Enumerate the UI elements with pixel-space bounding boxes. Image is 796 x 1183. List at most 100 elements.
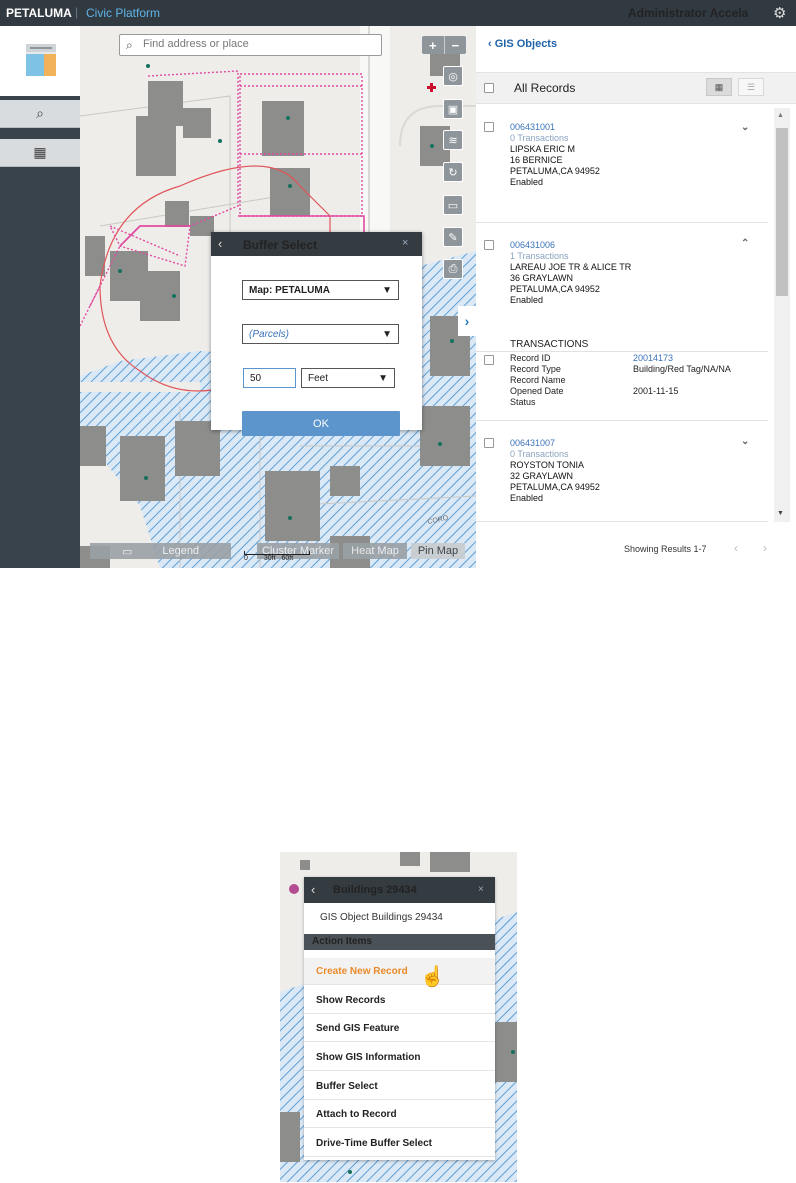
heat-map-button[interactable]: Heat Map: [343, 543, 407, 559]
record-owner: ROYSTON TONIA: [510, 460, 585, 470]
pin-map-button[interactable]: Pin Map: [411, 543, 465, 559]
search-icon[interactable]: ⌕: [0, 100, 80, 128]
list-view-icon[interactable]: ☰: [738, 78, 764, 96]
attach-to-record-action[interactable]: Attach to Record: [304, 1101, 495, 1128]
transactions-heading: TRANSACTIONS: [510, 339, 589, 350]
record-status: Enabled: [510, 493, 544, 503]
record-street: 32 GRAYLAWN: [510, 471, 574, 481]
record-details: 006431006 1 Transactions LAREAU JOE TR &…: [510, 240, 631, 306]
kv-key: Record Name: [510, 375, 566, 385]
app-logo-icon[interactable]: [26, 44, 56, 76]
scale-end: 60ft: [281, 555, 294, 562]
record-street: 16 BERNICE: [510, 155, 563, 165]
brand-separator: |: [75, 5, 79, 19]
gear-icon[interactable]: ⚙: [773, 4, 786, 22]
ok-button[interactable]: OK: [242, 411, 400, 436]
back-chevron-icon[interactable]: ‹: [218, 236, 222, 251]
chevron-up-icon[interactable]: ⌃: [741, 238, 749, 249]
record-transactions[interactable]: 0 Transactions: [510, 449, 600, 460]
record-city: PETALUMA,CA 94952: [510, 166, 600, 176]
grid-view-icon[interactable]: ▦: [706, 78, 732, 96]
kv-value: [633, 375, 731, 386]
dropdown-arrow-icon: ▼: [378, 372, 388, 384]
transaction-checkbox[interactable]: [484, 355, 494, 365]
close-icon[interactable]: ×: [402, 237, 408, 249]
record-owner: LAREAU JOE TR & ALICE TR: [510, 262, 632, 272]
record-id-link[interactable]: 006431006: [510, 240, 631, 251]
scrollbar-thumb[interactable]: [776, 128, 788, 296]
all-records-label: All Records: [514, 81, 576, 95]
draw-icon[interactable]: ✎: [443, 227, 463, 247]
address-search-input[interactable]: [143, 35, 373, 53]
close-icon[interactable]: ×: [478, 884, 484, 895]
measure-icon[interactable]: ▭: [443, 195, 463, 215]
transaction-values: 20014173 Building/Red Tag/NA/NA 2001-11-…: [633, 353, 731, 408]
legend-label: Legend: [162, 545, 200, 557]
layers-icon[interactable]: ≋: [443, 130, 463, 150]
kv-key: Record ID: [510, 353, 551, 363]
zoom-in-button[interactable]: +: [422, 36, 445, 54]
record-transactions[interactable]: 1 Transactions: [510, 251, 631, 262]
popup-title: Buildings 29434: [333, 884, 417, 896]
route-icon[interactable]: ↻: [443, 162, 463, 182]
print-icon[interactable]: ⎙: [443, 259, 463, 279]
map-select[interactable]: Map: PETALUMA ▼: [242, 280, 399, 300]
select-all-checkbox[interactable]: [484, 83, 494, 93]
dropdown-arrow-icon: ▼: [382, 284, 392, 296]
send-gis-feature-action[interactable]: Send GIS Feature: [304, 1015, 495, 1042]
kv-value: Building/Red Tag/NA/NA: [633, 364, 731, 374]
chevron-left-icon: ‹: [488, 38, 495, 50]
record-details: 006431001 0 Transactions LIPSKA ERIC M 1…: [510, 122, 600, 188]
scale-bar: 0 30ft 60ft: [244, 551, 310, 562]
user-menu[interactable]: Administrator Accela: [628, 6, 748, 20]
next-page-icon[interactable]: ›: [763, 541, 767, 555]
chevron-down-icon[interactable]: ⌄: [741, 436, 749, 447]
scroll-down-icon[interactable]: ▼: [777, 510, 784, 517]
buffer-distance-value: 50: [250, 372, 262, 384]
record-transactions[interactable]: 0 Transactions: [510, 133, 600, 144]
record-checkbox[interactable]: [484, 240, 494, 250]
results-count: Showing Results 1-7: [624, 544, 707, 554]
dialog-title: Buffer Select: [243, 238, 318, 252]
kv-key: Record Type: [510, 364, 561, 374]
show-records-action[interactable]: Show Records: [304, 987, 495, 1014]
record-id-link[interactable]: 006431001: [510, 122, 600, 133]
record-id-link[interactable]: 006431007: [510, 438, 600, 449]
record-city: PETALUMA,CA 94952: [510, 284, 600, 294]
chevron-right-icon[interactable]: ›: [458, 306, 476, 336]
kv-key: Opened Date: [510, 386, 564, 396]
gis-objects-back-link[interactable]: ‹ GIS Objects: [488, 38, 557, 50]
show-gis-information-action[interactable]: Show GIS Information: [304, 1044, 495, 1071]
basemap-icon[interactable]: ▣: [443, 99, 463, 119]
layer-select-value: (Parcels): [249, 328, 290, 340]
product-name[interactable]: Civic Platform: [86, 6, 160, 20]
layer-select[interactable]: (Parcels) ▼: [242, 324, 399, 344]
scroll-up-icon[interactable]: ▲: [777, 112, 784, 119]
back-chevron-icon[interactable]: ‹: [311, 882, 315, 897]
zoom-out-button[interactable]: −: [445, 36, 467, 54]
unit-select-value: Feet: [308, 372, 329, 384]
create-new-record-action[interactable]: Create New Record: [304, 958, 495, 985]
record-checkbox[interactable]: [484, 438, 494, 448]
divider: [476, 351, 768, 352]
locate-icon[interactable]: ◎: [443, 66, 463, 86]
action-items-label: Action Items: [312, 936, 373, 947]
transaction-record-id-link[interactable]: 20014173: [633, 353, 731, 364]
buffer-select-action[interactable]: Buffer Select: [304, 1073, 495, 1100]
record-details: 006431007 0 Transactions ROYSTON TONIA 3…: [510, 438, 600, 504]
record-status: Enabled: [510, 177, 544, 187]
map-select-value: Map: PETALUMA: [249, 284, 330, 296]
search-icon: ⌕: [126, 38, 133, 52]
legend-button[interactable]: ▭ Legend: [90, 543, 231, 559]
kv-key: Status: [510, 397, 536, 407]
unit-select[interactable]: Feet ▼: [301, 368, 395, 388]
zoom-control: + −: [422, 36, 466, 54]
drive-time-buffer-select-action[interactable]: Drive-Time Buffer Select: [304, 1130, 495, 1157]
buffer-distance-input[interactable]: 50: [243, 368, 296, 388]
record-checkbox[interactable]: [484, 122, 494, 132]
popup-subtitle: GIS Object Buildings 29434: [320, 912, 443, 923]
transaction-keys: Record ID Record Type Record Name Opened…: [510, 353, 566, 408]
previous-page-icon[interactable]: ‹: [734, 541, 738, 555]
apps-grid-icon[interactable]: ▦: [0, 139, 80, 167]
chevron-down-icon[interactable]: ⌄: [741, 122, 749, 133]
